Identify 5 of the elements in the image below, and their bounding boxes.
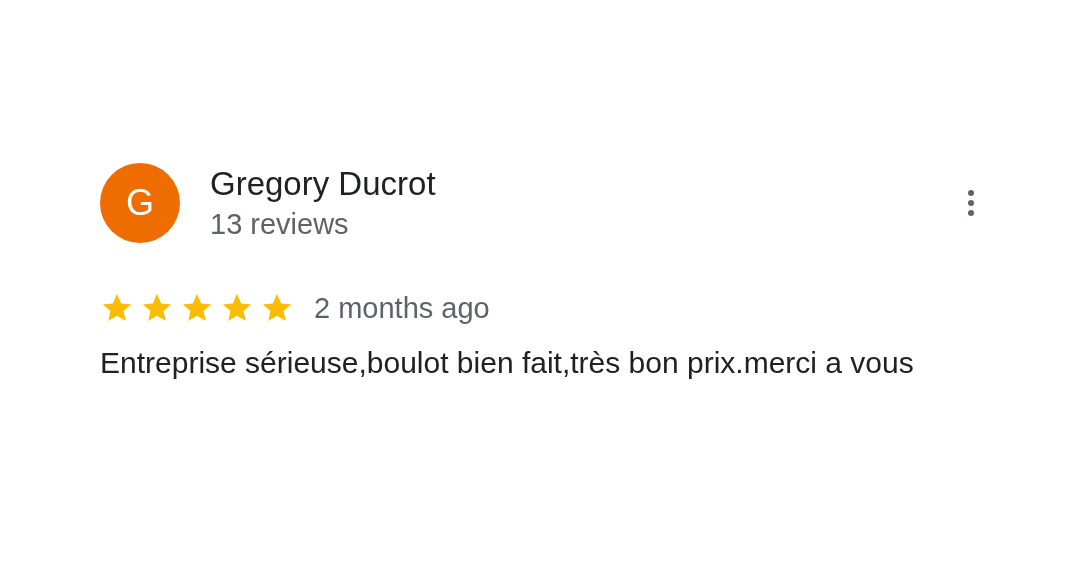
review-count: 13 reviews bbox=[210, 207, 350, 242]
author-name[interactable]: Gregory Ducrot bbox=[210, 163, 966, 205]
more-options-icon[interactable] bbox=[966, 188, 976, 218]
review-text: Entreprise sérieuse,boulot bien fait,très bon prix.merci a vous bbox=[100, 345, 915, 381]
review-time: 2 months ago bbox=[314, 291, 490, 325]
